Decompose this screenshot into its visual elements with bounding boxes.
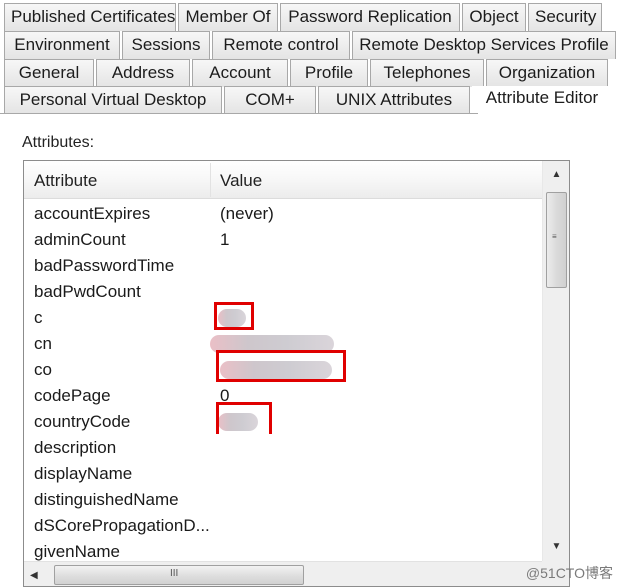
list-row[interactable]: badPwdCount bbox=[24, 279, 542, 305]
scroll-left-icon[interactable]: ◀ bbox=[30, 562, 50, 586]
horizontal-scroll-thumb[interactable]: III bbox=[54, 565, 304, 585]
attribute-name: distinguishedName bbox=[34, 490, 179, 509]
tab-remote-desktop-services-profile[interactable]: Remote Desktop Services Profile bbox=[352, 31, 616, 59]
attribute-value: 1 bbox=[220, 230, 230, 249]
attribute-name: dSCorePropagationD... bbox=[34, 516, 210, 535]
watermark: @51CTO博客 bbox=[525, 565, 613, 581]
tab-com-plus[interactable]: COM+ bbox=[224, 86, 316, 114]
tab-telephones[interactable]: Telephones bbox=[370, 59, 484, 87]
list-row[interactable]: accountExpires (never) bbox=[24, 201, 542, 227]
attribute-name: displayName bbox=[34, 464, 133, 483]
horizontal-scrollbar[interactable]: ◀ III bbox=[24, 561, 542, 586]
attribute-name: adminCount bbox=[34, 230, 126, 249]
attribute-name: co bbox=[34, 360, 52, 379]
scroll-up-icon[interactable]: ▲ bbox=[543, 161, 569, 189]
list-row[interactable]: displayName bbox=[24, 461, 542, 487]
attribute-name: countryCode bbox=[34, 412, 131, 431]
list-row[interactable]: description bbox=[24, 435, 542, 461]
highlight-box bbox=[216, 402, 272, 434]
scroll-down-icon[interactable]: ▼ bbox=[543, 533, 569, 561]
tab-security[interactable]: Security bbox=[528, 3, 602, 31]
tab-organization[interactable]: Organization bbox=[486, 59, 608, 87]
tab-remote-control[interactable]: Remote control bbox=[212, 31, 350, 59]
list-row[interactable]: distinguishedName bbox=[24, 487, 542, 513]
attribute-name: cn bbox=[34, 334, 52, 353]
list-row[interactable]: co bbox=[24, 350, 542, 383]
column-separator[interactable] bbox=[210, 163, 211, 197]
tab-row-3: General Address Account Profile Telephon… bbox=[4, 59, 610, 87]
list-row[interactable]: adminCount 1 bbox=[24, 227, 542, 253]
tab-general[interactable]: General bbox=[4, 59, 94, 87]
tab-address[interactable]: Address bbox=[96, 59, 190, 87]
list-row[interactable]: c bbox=[24, 302, 542, 331]
grip-icon: III bbox=[170, 568, 179, 579]
attributes-label: Attributes: bbox=[22, 134, 95, 151]
tab-password-replication[interactable]: Password Replication bbox=[280, 3, 460, 31]
tab-environment[interactable]: Environment bbox=[4, 31, 120, 59]
vertical-scroll-thumb[interactable]: ≡ bbox=[546, 192, 567, 288]
tab-strip-divider bbox=[0, 113, 478, 114]
tab-row-4: Personal Virtual Desktop COM+ UNIX Attri… bbox=[4, 86, 614, 114]
tab-published-certificates[interactable]: Published Certificates bbox=[4, 3, 176, 31]
list-body: accountExpires (never) adminCount 1 badPas… bbox=[24, 201, 542, 565]
tab-object[interactable]: Object bbox=[462, 3, 526, 31]
column-header-value[interactable]: Value bbox=[220, 161, 520, 199]
attribute-name: description bbox=[34, 438, 117, 457]
attributes-list[interactable]: Attribute Value accountExpires (never) ad… bbox=[23, 160, 570, 587]
tab-profile[interactable]: Profile bbox=[290, 59, 368, 87]
highlight-box bbox=[214, 302, 254, 330]
tab-account[interactable]: Account bbox=[192, 59, 288, 87]
tab-row-2: Environment Sessions Remote control Remo… bbox=[4, 31, 618, 59]
attribute-name: badPasswordTime bbox=[34, 256, 175, 275]
highlight-box bbox=[216, 350, 346, 382]
list-row[interactable]: badPasswordTime bbox=[24, 253, 542, 279]
vertical-scrollbar[interactable]: ▲ ≡ ▼ bbox=[542, 161, 569, 561]
tab-sessions[interactable]: Sessions bbox=[122, 31, 210, 59]
grip-icon: ≡ bbox=[552, 232, 557, 241]
attribute-name: badPwdCount bbox=[34, 282, 141, 301]
tab-member-of[interactable]: Member Of bbox=[178, 3, 278, 31]
list-row[interactable]: codePage 0 bbox=[24, 383, 542, 409]
list-header: Attribute Value bbox=[24, 161, 542, 199]
tab-personal-virtual-desktop[interactable]: Personal Virtual Desktop bbox=[4, 86, 222, 114]
list-row[interactable]: countryCode bbox=[24, 402, 542, 435]
tab-unix-attributes[interactable]: UNIX Attributes bbox=[318, 86, 470, 114]
attribute-name: c bbox=[34, 308, 43, 327]
attribute-name: accountExpires bbox=[34, 204, 151, 223]
attribute-name: codePage bbox=[34, 386, 111, 405]
tab-attribute-editor[interactable]: Attribute Editor bbox=[472, 86, 612, 114]
list-row[interactable]: dSCorePropagationD... bbox=[24, 513, 542, 539]
column-header-attribute[interactable]: Attribute bbox=[34, 161, 214, 199]
tab-row-1: Published Certificates Member Of Passwor… bbox=[4, 3, 604, 31]
attribute-value: (never) bbox=[220, 204, 274, 223]
